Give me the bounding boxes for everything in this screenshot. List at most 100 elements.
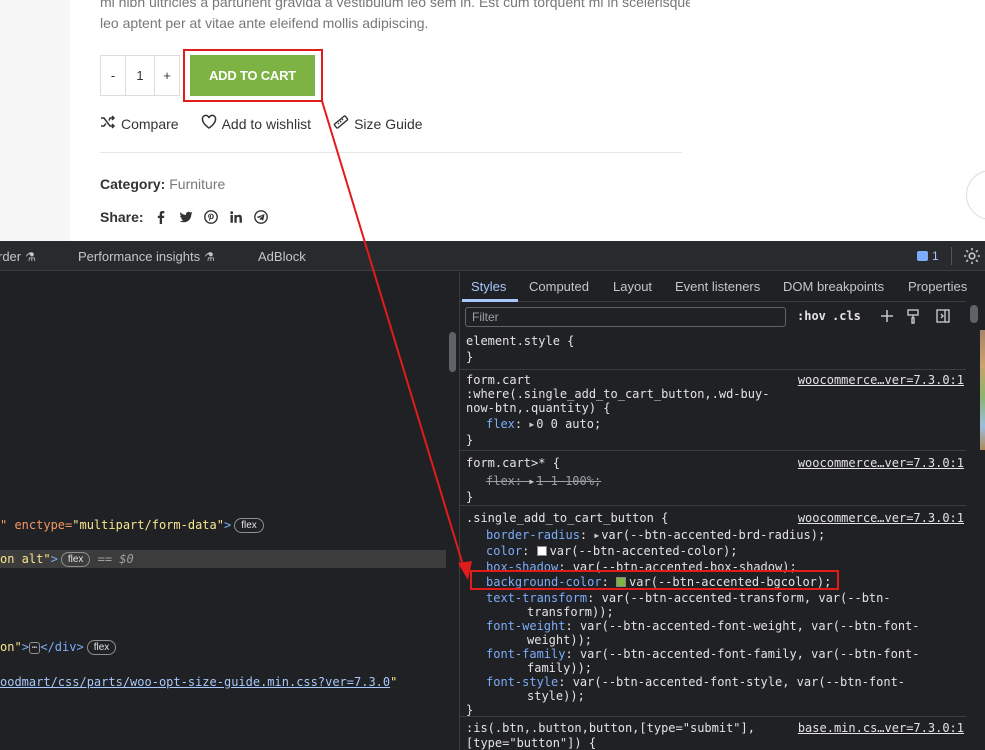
color-swatch[interactable] (536, 546, 547, 556)
sidebar-toggle-icon[interactable] (935, 308, 951, 324)
tab-recorder-label: rder (0, 249, 22, 264)
tab-adblock[interactable]: AdBlock (258, 249, 306, 264)
rule-selector[interactable]: form.cart (466, 373, 531, 387)
compare-link[interactable]: Compare (100, 114, 179, 133)
rule-selector[interactable]: :is(.btn,.button,button,[type="submit"], (466, 721, 755, 735)
quantity-input[interactable]: 1 (125, 56, 155, 95)
class-toggle[interactable]: .cls (832, 309, 861, 323)
product-page: mi nibh ultricies a parturient gravida a… (0, 0, 985, 241)
prop-value-continued: transform)); (527, 605, 614, 619)
dom-node-link[interactable]: oodmart/css/parts/woo-opt-size-guide.min… (0, 673, 397, 691)
css-declaration[interactable]: border-radius: ▶ var(--btn-accented-brd-r… (486, 528, 825, 543)
plus-icon[interactable] (879, 308, 895, 324)
rule-close: } (466, 490, 474, 504)
twitter-icon[interactable] (179, 210, 193, 224)
expand-triangle-icon[interactable]: ▶ (594, 529, 599, 543)
telegram-icon[interactable] (253, 210, 268, 224)
prop-value: var(--btn-accented-font-family, var(--bt… (579, 647, 920, 661)
selected-node-hint: == $0 (97, 552, 134, 566)
flex-badge[interactable]: flex (86, 640, 117, 655)
rule-selector[interactable]: :where(.single_add_to_cart_button,.wd-bu… (466, 387, 769, 401)
prop-value: var(--btn-accented-font-weight, var(--bt… (579, 619, 920, 633)
prop-value: var(--btn-accented-font-style, var(--btn… (572, 675, 906, 689)
rule-selector[interactable]: form.cart>* { (466, 456, 560, 470)
prop-name: color (486, 544, 523, 558)
share-row: Share: (100, 209, 279, 225)
wishlist-label: Add to wishlist (221, 115, 312, 132)
tab-recorder[interactable]: rder ⚗ (0, 249, 36, 264)
css-declaration[interactable]: font-style: var(--btn-accented-font-styl… (486, 675, 905, 689)
tab-styles[interactable]: Styles (471, 279, 506, 294)
prop-name: font-weight (486, 619, 566, 633)
scroll-to-top-button[interactable] (966, 170, 985, 220)
css-declaration[interactable]: font-weight: var(--btn-accented-font-wei… (486, 619, 920, 633)
attr-value: on alt" (0, 552, 51, 566)
issues-badge[interactable]: 1 (917, 249, 939, 263)
linkedin-icon[interactable] (229, 210, 243, 224)
category-link[interactable]: Furniture (169, 176, 225, 192)
styles-tab-bar: Styles Computed Layout Event listeners D… (460, 272, 985, 302)
css-declaration[interactable]: flex: ▶ 0 0 auto; (486, 417, 601, 432)
flex-badge[interactable]: flex (60, 552, 91, 567)
expand-ellipsis[interactable]: ⋯ (28, 642, 41, 654)
prop-value: var(--btn-accented-brd-radius); (601, 528, 826, 542)
description-line: mi nibh ultricies a parturient gravida a… (100, 0, 690, 10)
size-guide-link[interactable]: Size Guide (333, 114, 423, 133)
tab-event-listeners[interactable]: Event listeners (675, 279, 760, 294)
expand-triangle-icon[interactable]: ▶ (529, 475, 534, 489)
rule-selector[interactable]: now-btn,.quantity) { (466, 401, 611, 415)
attr-fragment: " enctype= (0, 518, 73, 532)
hover-state-toggle[interactable]: :hov (797, 309, 826, 323)
tab-performance-label: Performance insights (78, 249, 201, 264)
dom-node-div[interactable]: on"> ⋯ </div> flex (0, 638, 117, 656)
facebook-icon[interactable] (154, 210, 168, 224)
pinterest-icon[interactable] (203, 210, 218, 224)
prop-value: var(--btn-accented-transform, var(--btn- (601, 591, 891, 605)
quantity-plus-button[interactable]: + (155, 56, 179, 95)
rule-selector[interactable]: element.style { (466, 334, 574, 348)
expand-triangle-icon[interactable]: ▶ (529, 418, 534, 432)
css-declaration-overridden[interactable]: flex: ▶ 1 1 100%; (486, 474, 601, 489)
box-model-preview-strip (980, 330, 985, 450)
tab-properties[interactable]: Properties (908, 279, 967, 294)
prop-value-continued: weight)); (527, 633, 593, 647)
add-to-wishlist-link[interactable]: Add to wishlist (201, 114, 311, 133)
prop-name: font-style (486, 675, 559, 689)
rule-button-base: :is(.btn,.button,button,[type="submit"],… (460, 718, 970, 750)
product-actions: Compare Add to wishlist Size Guide (100, 114, 423, 133)
devtools-tab-bar: rder ⚗ Performance insights ⚗ AdBlock 1 (0, 241, 985, 271)
styles-filter-input[interactable]: Filter (465, 307, 786, 327)
rule-selector[interactable]: .single_add_to_cart_button { (466, 511, 668, 525)
gear-icon[interactable] (962, 246, 982, 266)
css-declaration[interactable]: font-family: var(--btn-accented-font-fam… (486, 647, 920, 661)
dom-node-selected-button[interactable]: on alt"> flex == $0 (0, 550, 447, 568)
attr-value: on" (0, 640, 22, 654)
tab-performance-insights[interactable]: Performance insights ⚗ (78, 249, 215, 264)
rule-source-link[interactable]: woocommerce…ver=7.3.0:1 (798, 511, 964, 525)
rule-source-link[interactable]: woocommerce…ver=7.3.0:1 (798, 456, 964, 470)
prop-name: text-transform (486, 591, 588, 605)
dom-node-form[interactable]: " enctype="multipart/form-data"> flex (0, 516, 264, 534)
flex-badge[interactable]: flex (234, 518, 264, 533)
rule-source-link[interactable]: base.min.cs…ver=7.3.0:1 (798, 721, 964, 735)
styles-scrollbar-thumb[interactable] (970, 305, 978, 323)
paint-icon[interactable] (905, 308, 921, 324)
tab-layout[interactable]: Layout (613, 279, 652, 294)
message-icon (917, 251, 928, 261)
highlight-box-background-color (470, 570, 839, 590)
scrollbar-thumb[interactable] (449, 332, 456, 372)
rule-selector[interactable]: [type="button"]) { (466, 736, 596, 750)
rule-source-link[interactable]: woocommerce…ver=7.3.0:1 (798, 373, 964, 387)
tab-dom-breakpoints[interactable]: DOM breakpoints (783, 279, 884, 294)
category-label: Category: (100, 176, 166, 192)
rule-close: } (466, 350, 474, 364)
css-declaration[interactable]: color: var(--btn-accented-color); (486, 544, 737, 558)
tab-computed[interactable]: Computed (529, 279, 589, 294)
css-declaration[interactable]: text-transform: var(--btn-accented-trans… (486, 591, 891, 605)
prop-name: flex (486, 417, 515, 431)
styles-pane: Styles Computed Layout Event listeners D… (460, 272, 985, 750)
stylesheet-link[interactable]: oodmart/css/parts/woo-opt-size-guide.min… (0, 675, 390, 689)
quantity-minus-button[interactable]: - (101, 56, 125, 95)
product-category: Category: Furniture (100, 176, 225, 192)
pane-splitter[interactable] (446, 272, 460, 750)
